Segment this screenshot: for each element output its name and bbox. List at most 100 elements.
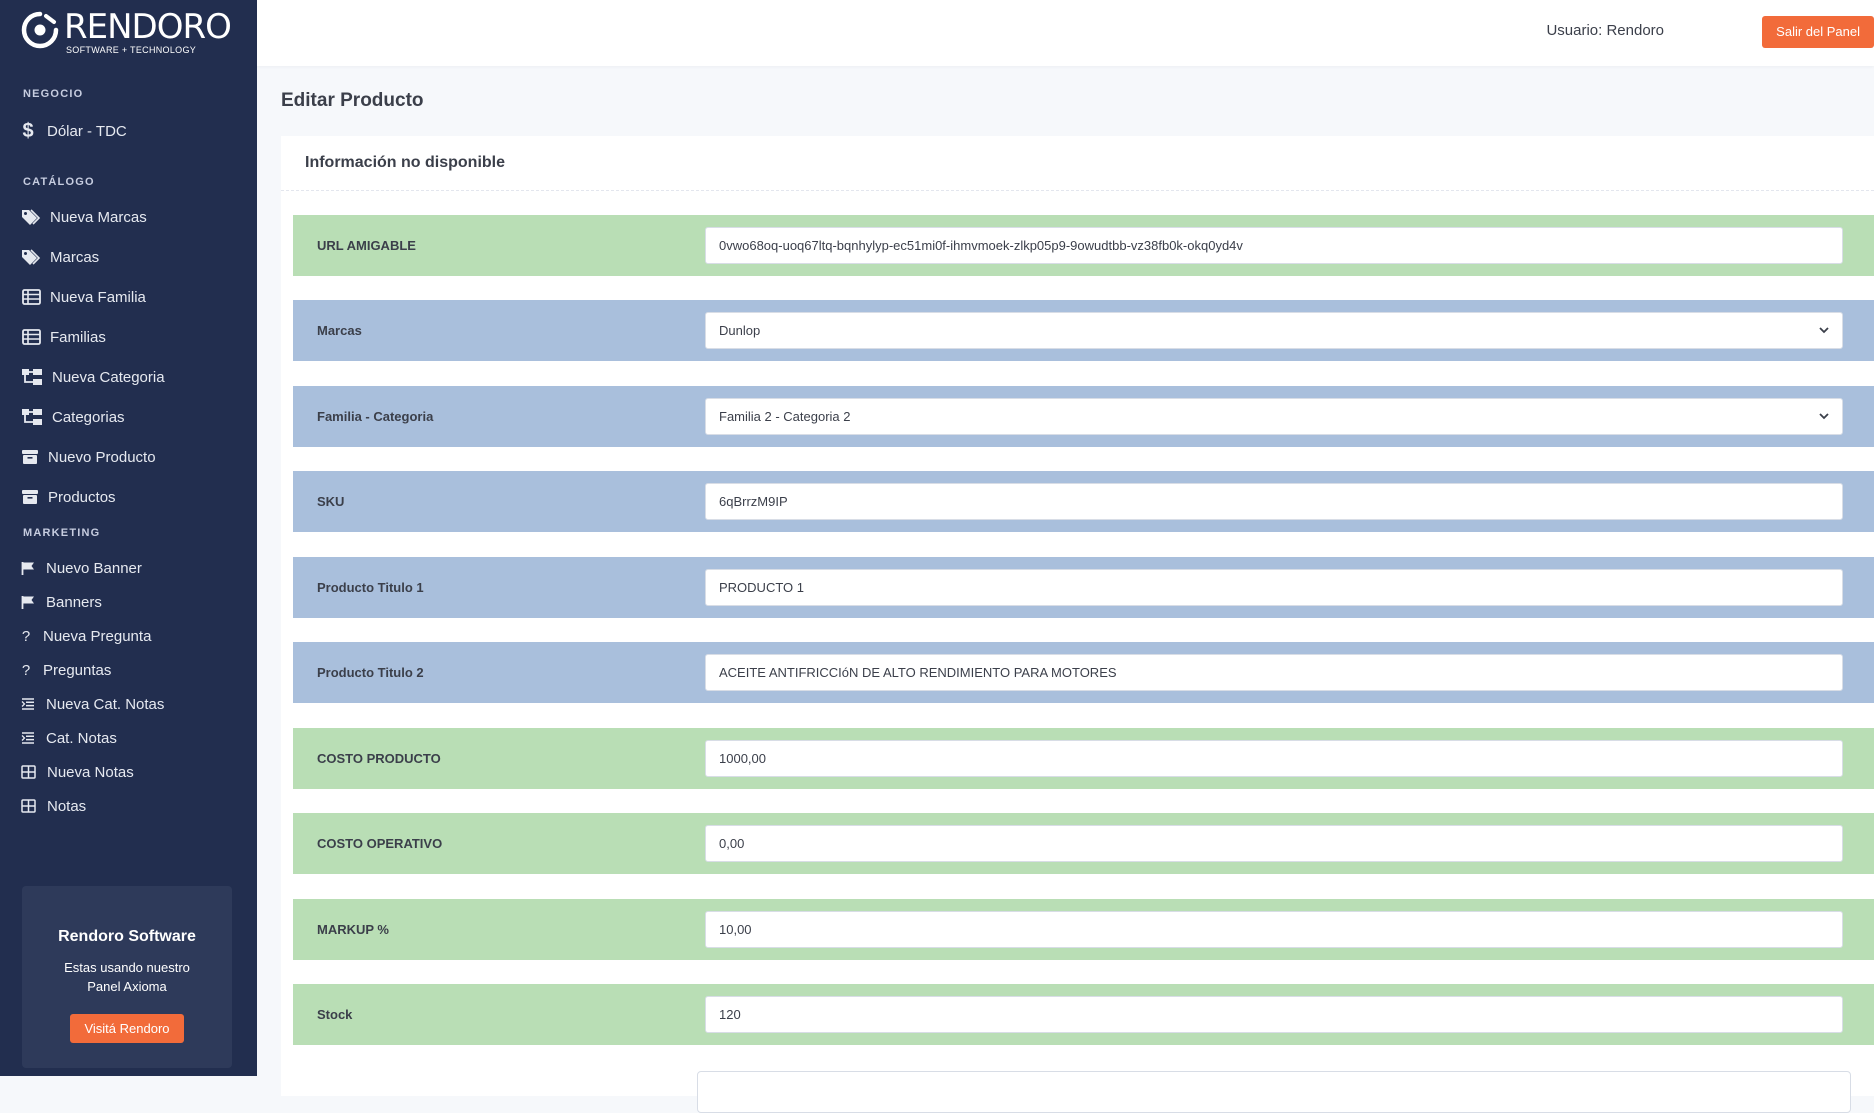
promo-box: Rendoro Software Estas usando nuestro Pa… (22, 886, 232, 1068)
sitemap-icon (21, 408, 43, 426)
sidebar-item-label: Notas (47, 797, 87, 815)
sidebar-item-marcas[interactable]: Marcas (21, 248, 99, 266)
dollar-icon: $ (22, 119, 34, 142)
sidebar-item-label: Banners (46, 593, 102, 611)
field-label: Stock (317, 1007, 353, 1022)
field-row-marcas: Marcas Dunlop (293, 300, 1874, 361)
promo-text: Estas usando nuestro Panel Axioma (64, 960, 190, 994)
sidebar-item-label: Dólar - TDC (47, 122, 127, 140)
markup-input[interactable]: 10,00 (705, 911, 1843, 948)
url-amigable-input[interactable]: 0vwo68oq-uoq67ltq-bqnhylyp-ec51mi0f-ihmv… (705, 227, 1843, 264)
sidebar-item-notas[interactable]: Notas (21, 797, 86, 815)
card-header: Información no disponible (281, 136, 1874, 191)
chevron-down-icon (1819, 327, 1829, 334)
sidebar-item-dolar-tdc[interactable]: $ Dólar - TDC (21, 119, 127, 142)
sidebar-item-familias[interactable]: Familias (21, 328, 106, 346)
tags-icon (21, 208, 41, 226)
sidebar-item-nueva-pregunta[interactable]: ? Nueva Pregunta (21, 627, 152, 645)
sidebar-item-label: Nueva Pregunta (43, 627, 152, 645)
table-list-icon (21, 328, 41, 346)
tags-icon (21, 248, 41, 266)
field-row-costo-producto: COSTO PRODUCTO 1000,00 (293, 728, 1874, 789)
sidebar-item-productos[interactable]: Productos (21, 488, 116, 506)
list-indent-icon (21, 695, 35, 713)
sidebar-item-nueva-notas[interactable]: Nueva Notas (21, 763, 134, 781)
field-label: URL AMIGABLE (317, 238, 416, 253)
flag-icon (21, 593, 35, 611)
grid-icon (21, 763, 36, 781)
sidebar: RENDORO SOFTWARE + TECHNOLOGY NEGOCIO $ … (0, 0, 257, 1076)
section-label-catalogo: CATÁLOGO (23, 176, 95, 188)
sidebar-item-label: Nueva Familia (50, 288, 146, 306)
producto-titulo-2-input[interactable]: ACEITE ANTIFRICCIóN DE ALTO RENDIMIENTO … (705, 654, 1843, 691)
question-icon: ? (21, 661, 31, 679)
sidebar-item-preguntas[interactable]: ? Preguntas (21, 661, 112, 679)
edit-product-card: Información no disponible URL AMIGABLE 0… (281, 136, 1874, 1113)
field-label: COSTO OPERATIVO (317, 836, 443, 851)
field-row-costo-operativo: COSTO OPERATIVO 0,00 (293, 813, 1874, 874)
topbar: Usuario: Rendoro Salir del Panel (257, 0, 1874, 66)
sku-input[interactable]: 6qBrrzM9IP (705, 483, 1843, 520)
field-label: COSTO PRODUCTO (317, 751, 441, 766)
sidebar-item-banners[interactable]: Banners (21, 593, 102, 611)
sidebar-item-label: Nuevo Producto (48, 448, 156, 466)
sidebar-item-nueva-cat-notas[interactable]: Nueva Cat. Notas (21, 695, 164, 713)
sidebar-item-nueva-categoria[interactable]: Nueva Categoria (21, 368, 165, 386)
producto-titulo-1-input[interactable]: PRODUCTO 1 (705, 569, 1843, 606)
flag-icon (21, 559, 35, 577)
visit-rendoro-button[interactable]: Visitá Rendoro (70, 1014, 184, 1043)
sidebar-item-label: Cat. Notas (46, 729, 117, 747)
sidebar-item-categorias[interactable]: Categorias (21, 408, 125, 426)
field-row-familia-categoria: Familia - Categoria Familia 2 - Categori… (293, 386, 1874, 447)
sidebar-item-label: Nueva Marcas (50, 208, 147, 226)
sitemap-icon (21, 368, 43, 386)
rendoro-logo-icon (21, 11, 59, 49)
sidebar-item-nueva-marcas[interactable]: Nueva Marcas (21, 208, 147, 226)
select-value: Familia 2 - Categoria 2 (719, 409, 851, 424)
grid-icon (21, 797, 36, 815)
field-label: Producto Titulo 2 (317, 665, 424, 680)
chevron-down-icon (1819, 413, 1829, 420)
sidebar-item-nueva-familia[interactable]: Nueva Familia (21, 288, 146, 306)
field-label: MARKUP % (317, 922, 389, 937)
sidebar-item-label: Categorias (52, 408, 125, 426)
sidebar-item-cat-notas[interactable]: Cat. Notas (21, 729, 117, 747)
field-label: Marcas (317, 323, 362, 338)
sidebar-item-label: Productos (48, 488, 116, 506)
field-row-producto-titulo-1: Producto Titulo 1 PRODUCTO 1 (293, 557, 1874, 618)
user-label: Usuario: Rendoro (1546, 22, 1664, 39)
table-list-icon (21, 288, 41, 306)
brand-logo[interactable]: RENDORO SOFTWARE + TECHNOLOGY (20, 7, 232, 55)
field-label: Producto Titulo 1 (317, 580, 424, 595)
stock-input[interactable]: 120 (705, 996, 1843, 1033)
sidebar-item-label: Nueva Categoria (52, 368, 165, 386)
field-row-url-amigable: URL AMIGABLE 0vwo68oq-uoq67ltq-bqnhylyp-… (293, 215, 1874, 276)
section-label-marketing: MARKETING (23, 527, 101, 539)
page-title: Editar Producto (281, 90, 424, 111)
marcas-select[interactable]: Dunlop (705, 312, 1843, 349)
sidebar-item-label: Nueva Cat. Notas (46, 695, 165, 713)
select-value: Dunlop (719, 323, 761, 338)
sidebar-item-nuevo-banner[interactable]: Nuevo Banner (21, 559, 142, 577)
familia-categoria-select[interactable]: Familia 2 - Categoria 2 (705, 398, 1843, 435)
brand-name: RENDORO (64, 7, 232, 47)
next-field-input[interactable] (697, 1071, 1851, 1113)
promo-title: Rendoro Software (58, 928, 196, 945)
field-label: SKU (317, 494, 345, 509)
sidebar-item-label: Preguntas (43, 661, 112, 679)
sidebar-item-nuevo-producto[interactable]: Nuevo Producto (21, 448, 156, 466)
box-icon (21, 488, 39, 506)
costo-operativo-input[interactable]: 0,00 (705, 825, 1843, 862)
sidebar-item-label: Familias (50, 328, 106, 346)
sidebar-item-label: Nueva Notas (47, 763, 134, 781)
field-label: Familia - Categoria (317, 409, 434, 424)
question-icon: ? (21, 627, 31, 645)
sidebar-item-label: Marcas (50, 248, 100, 266)
section-label-negocio: NEGOCIO (23, 88, 84, 100)
box-icon (21, 448, 39, 466)
field-row-sku: SKU 6qBrrzM9IP (293, 471, 1874, 532)
field-row-stock: Stock 120 (293, 984, 1874, 1045)
logout-button[interactable]: Salir del Panel (1762, 16, 1874, 48)
costo-producto-input[interactable]: 1000,00 (705, 740, 1843, 777)
field-row-producto-titulo-2: Producto Titulo 2 ACEITE ANTIFRICCIóN DE… (293, 642, 1874, 703)
